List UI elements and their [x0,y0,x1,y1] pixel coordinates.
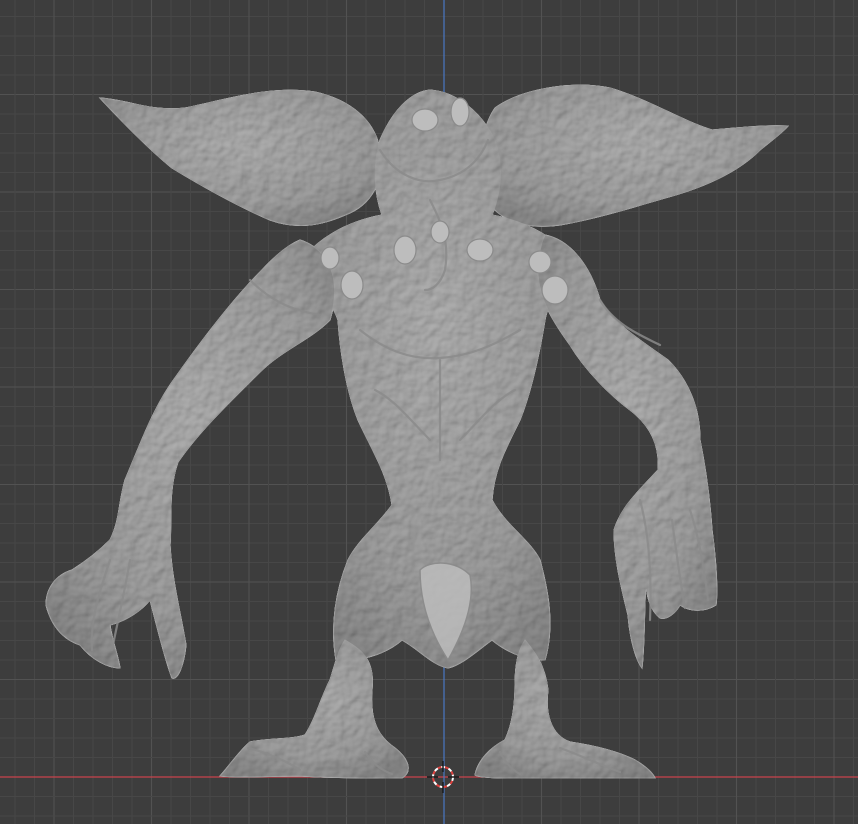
sculpt-bump [528,250,552,274]
viewport-canvas[interactable] [0,0,858,824]
sculpt-bump [411,108,439,132]
sculpt-bump [320,246,340,270]
right-ear [480,84,790,227]
sculpt-bump [393,235,417,265]
left-ear [98,89,382,226]
sculpt-bump [340,270,364,300]
left-leg [218,639,409,779]
sculpt-bump [466,238,494,262]
3d-viewport[interactable] [0,0,858,824]
sculpt-bump [541,275,569,305]
creature-sculpt[interactable] [46,85,788,778]
sculpt-bump [430,220,450,244]
sculpt-bump [450,97,470,127]
